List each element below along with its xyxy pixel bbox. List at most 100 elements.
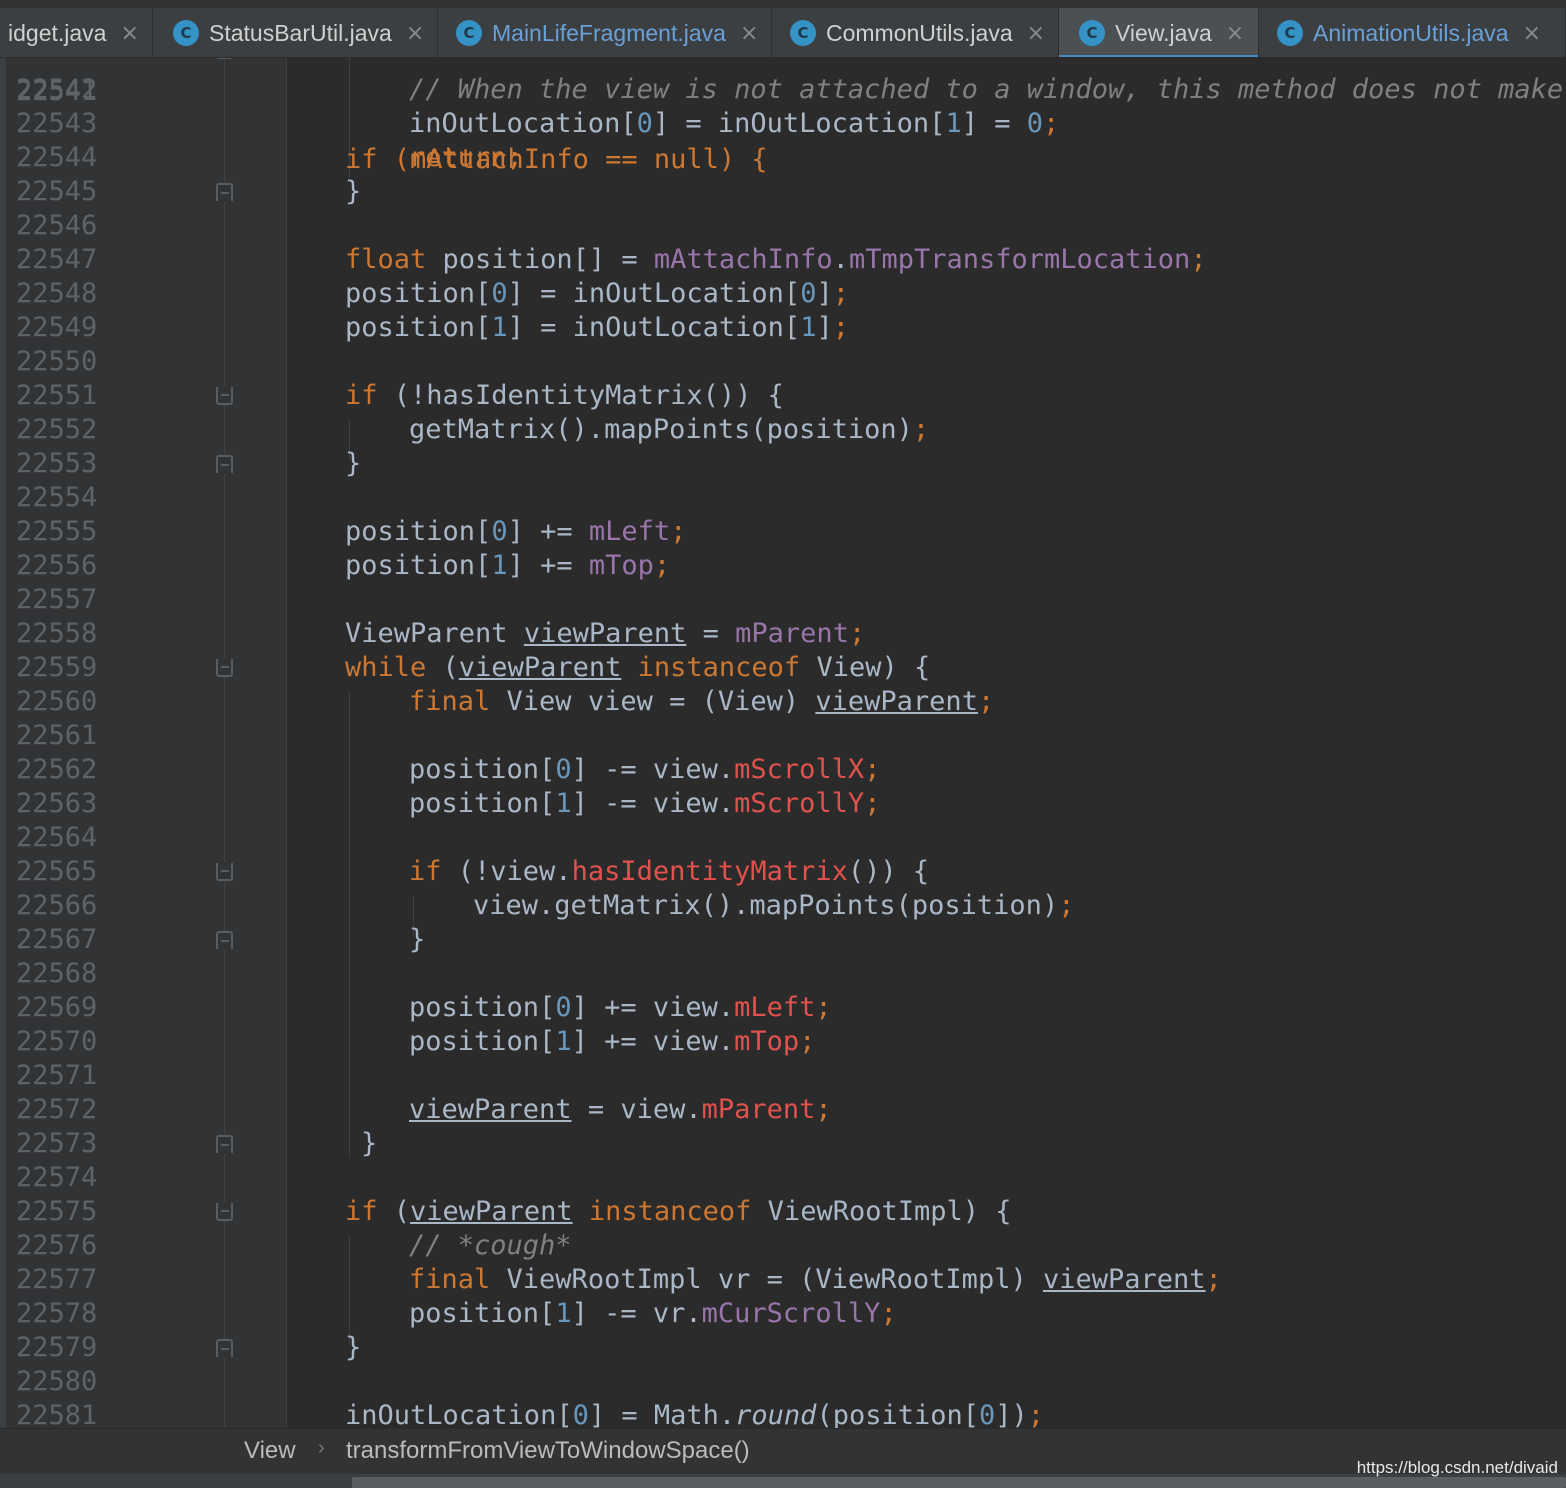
code-text: return; [409, 142, 523, 173]
code-line: 22553} [0, 447, 1566, 481]
code-line: 22562 position[0] -= view.mScrollX; [0, 753, 1566, 787]
breadcrumb-class[interactable]: View [244, 1437, 296, 1465]
code-line: 22568 [0, 957, 1566, 991]
line-number: 22578 [16, 1298, 98, 1329]
class-c-icon: C [790, 20, 816, 46]
editor-tab-bar: idget.java × C StatusBarUtil.java × C Ma… [0, 0, 1566, 58]
code-text: getMatrix().mapPoints(position); [409, 414, 930, 445]
code-line: 22546 [0, 209, 1566, 243]
tab-commonutils-java[interactable]: C CommonUtils.java × [772, 8, 1059, 57]
fold-icon[interactable] [216, 1135, 233, 1153]
code-line: 22574 [0, 1161, 1566, 1195]
tab-mainlifefragment-java[interactable]: C MainLifeFragment.java × [438, 8, 772, 57]
code-text: position[1] = inOutLocation[1]; [345, 312, 849, 343]
line-number: 22562 [16, 754, 98, 785]
line-number: 22571 [16, 1060, 98, 1091]
line-number: 22581 [16, 1400, 98, 1428]
code-text: } [361, 1128, 378, 1159]
fold-icon[interactable] [216, 659, 233, 677]
code-text: position[0] -= view.mScrollX; [409, 754, 881, 785]
fold-icon[interactable] [216, 931, 233, 949]
line-number: 22574 [16, 1162, 98, 1193]
fold-icon[interactable] [216, 183, 233, 201]
tab-statusbarutil-java[interactable]: C StatusBarUtil.java × [153, 8, 438, 57]
horizontal-scrollbar[interactable] [0, 1474, 1566, 1488]
class-c-icon: C [1079, 20, 1105, 46]
line-number: 22545 [16, 176, 98, 207]
code-line: 22557 [0, 583, 1566, 617]
fold-icon[interactable] [216, 387, 233, 405]
class-c-icon: C [173, 20, 199, 46]
tab-widget-java[interactable]: idget.java × [0, 8, 153, 57]
close-icon[interactable]: × [1523, 21, 1541, 46]
class-c-icon: C [1277, 20, 1303, 46]
fold-icon[interactable] [216, 1339, 233, 1357]
code-text: // *cough* [409, 1230, 572, 1261]
line-number: 22557 [16, 584, 98, 615]
code-editor[interactable]: 22541 if (mAttachInfo == null) { 22542//… [0, 58, 1566, 1428]
line-number: 22573 [16, 1128, 98, 1159]
close-icon[interactable]: × [1226, 21, 1244, 46]
code-text: if (viewParent instanceof ViewRootImpl) … [345, 1196, 1012, 1227]
code-text: position[1] += view.mTop; [409, 1026, 816, 1057]
code-line: 22552 getMatrix().mapPoints(position); [0, 413, 1566, 447]
line-number: 22563 [16, 788, 98, 819]
line-number: 22558 [16, 618, 98, 649]
line-number: 22550 [16, 346, 98, 377]
line-number: 22560 [16, 686, 98, 717]
fold-icon[interactable] [216, 863, 233, 881]
close-icon[interactable]: × [406, 21, 424, 46]
line-number: 22547 [16, 244, 98, 275]
close-icon[interactable]: × [120, 21, 138, 46]
code-line: 22559 while (viewParent instanceof View) … [0, 651, 1566, 685]
code-text: } [345, 1332, 362, 1363]
code-line: 22581 inOutLocation[0] = Math.round(posit… [0, 1399, 1566, 1428]
tab-bar-top-border [0, 0, 1566, 8]
tab-view-java[interactable]: C View.java × [1059, 8, 1259, 57]
line-number: 22580 [16, 1366, 98, 1397]
code-line: 22572 viewParent = view.mParent; [0, 1093, 1566, 1127]
code-line: 22558 ViewParent viewParent = mParent; [0, 617, 1566, 651]
tab-label: MainLifeFragment.java [492, 19, 726, 46]
line-number: 22561 [16, 720, 98, 751]
code-line: 22564 [0, 821, 1566, 855]
line-number: 22556 [16, 550, 98, 581]
tab-label: CommonUtils.java [826, 19, 1013, 46]
line-number: 22555 [16, 516, 98, 547]
code-text: inOutLocation[0] = Math.round(position[0… [345, 1400, 1045, 1428]
scrollbar-thumb[interactable] [352, 1477, 1566, 1488]
line-number: 22577 [16, 1264, 98, 1295]
line-number: 22569 [16, 992, 98, 1023]
line-number: 22572 [16, 1094, 98, 1125]
code-line: 22569 position[0] += view.mLeft; [0, 991, 1566, 1025]
line-number: 22565 [16, 856, 98, 887]
tab-label: StatusBarUtil.java [209, 19, 392, 46]
line-number: 22566 [16, 890, 98, 921]
code-line: 22575 if (viewParent instanceof ViewRootI… [0, 1195, 1566, 1229]
breadcrumb-separator: › [318, 1437, 325, 1459]
code-text: } [345, 448, 362, 479]
tab-animationutils-java[interactable]: C AnimationUtils.java × [1259, 8, 1566, 57]
close-icon[interactable]: × [740, 21, 758, 46]
line-number: 22579 [16, 1332, 98, 1363]
fold-icon[interactable] [216, 455, 233, 473]
line-number: 22548 [16, 278, 98, 309]
breadcrumb-method[interactable]: transformFromViewToWindowSpace() [346, 1437, 750, 1465]
tab-label: View.java [1115, 19, 1212, 46]
fold-icon[interactable] [216, 1203, 233, 1221]
code-line: 22551 if (!hasIdentityMatrix()) { [0, 379, 1566, 413]
code-line: 22571 [0, 1059, 1566, 1093]
code-line: 22561 [0, 719, 1566, 753]
line-number: 22546 [16, 210, 98, 241]
fold-icon[interactable] [216, 58, 233, 59]
line-number: 22552 [16, 414, 98, 445]
line-number: 22544 [16, 142, 98, 173]
code-text: if (!hasIdentityMatrix()) { [345, 380, 784, 411]
close-icon[interactable]: × [1027, 21, 1045, 46]
watermark-text: https://blog.csdn.net/divaid [1356, 1458, 1558, 1477]
line-number: 22564 [16, 822, 98, 853]
code-line: 22573} [0, 1127, 1566, 1161]
code-line: 22579} [0, 1331, 1566, 1365]
code-line: 22576 // *cough* [0, 1229, 1566, 1263]
code-line: 22560 final View view = (View) viewParent… [0, 685, 1566, 719]
